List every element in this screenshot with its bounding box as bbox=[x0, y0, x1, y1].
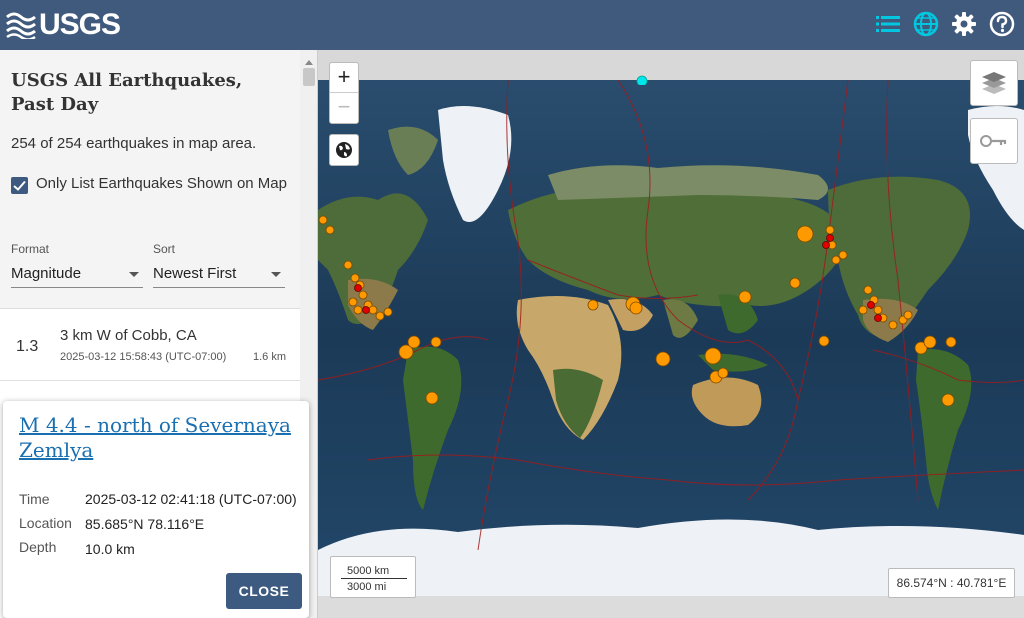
scale-km: 5000 km bbox=[347, 565, 390, 577]
zoom-control: + − bbox=[329, 62, 359, 124]
chevron-down-icon bbox=[129, 272, 139, 277]
layers-icon bbox=[982, 72, 1006, 94]
sort-value: Newest First bbox=[153, 265, 237, 282]
popup-location-value: 85.685°N 78.116°E bbox=[85, 516, 205, 532]
scroll-up-icon[interactable] bbox=[300, 56, 317, 68]
earthquake-count: 254 of 254 earthquakes in map area. bbox=[11, 135, 257, 152]
key-icon bbox=[980, 135, 1007, 147]
zoom-in-button[interactable]: + bbox=[330, 63, 358, 93]
zoom-out-button[interactable]: − bbox=[330, 94, 358, 124]
legend-key-button[interactable] bbox=[970, 118, 1018, 164]
popup-depth-label: Depth bbox=[19, 539, 57, 555]
app-header: USGS bbox=[0, 0, 1024, 50]
format-label: Format bbox=[11, 242, 50, 256]
chevron-down-icon bbox=[271, 272, 281, 277]
eq-magnitude: 1.3 bbox=[16, 338, 39, 355]
format-select[interactable]: Magnitude bbox=[11, 260, 143, 288]
eq-time: 2025-03-12 15:58:43 (UTC-07:00) bbox=[60, 351, 227, 363]
scale-divider bbox=[341, 578, 407, 579]
map-bottom-strip bbox=[318, 596, 1024, 618]
only-list-label: Only List Earthquakes Shown on Map bbox=[36, 175, 287, 192]
popup-time-value: 2025-03-12 02:41:18 (UTC-07:00) bbox=[85, 491, 297, 507]
logo-text: USGS bbox=[39, 8, 121, 41]
map-scale: 5000 km 3000 mi bbox=[330, 556, 416, 598]
popup-title-link[interactable]: M 4.4 - north of Severnaya Zemlya bbox=[19, 413, 299, 463]
list-icon[interactable] bbox=[874, 10, 902, 38]
eq-place: 3 km W of Cobb, CA bbox=[60, 327, 197, 344]
eq-depth: 1.6 km bbox=[252, 351, 286, 363]
list-item[interactable]: 1.3 3 km W of Cobb, CA 2025-03-12 15:58:… bbox=[0, 309, 300, 381]
globe-icon[interactable] bbox=[912, 10, 940, 38]
close-button[interactable]: CLOSE bbox=[226, 573, 302, 609]
popup-depth-value: 10.0 km bbox=[85, 541, 135, 557]
sort-select[interactable]: Newest First bbox=[153, 260, 285, 288]
format-value: Magnitude bbox=[11, 265, 82, 282]
only-list-shown-checkbox[interactable]: Only List Earthquakes Shown on Map bbox=[11, 172, 291, 196]
help-icon[interactable] bbox=[988, 10, 1016, 38]
scrollbar-thumb[interactable] bbox=[303, 68, 315, 86]
cursor-coordinates: 86.574°N : 40.781°E bbox=[888, 568, 1015, 598]
checkbox-checked[interactable] bbox=[11, 177, 28, 194]
selected-quake-marker[interactable] bbox=[636, 75, 648, 85]
gear-icon[interactable] bbox=[950, 10, 978, 38]
earthquake-popup: M 4.4 - north of Severnaya Zemlya Time 2… bbox=[3, 401, 309, 618]
popup-time-label: Time bbox=[19, 491, 50, 507]
globe-icon bbox=[336, 142, 352, 158]
usgs-wave-icon bbox=[6, 12, 36, 39]
world-view-button[interactable] bbox=[329, 134, 359, 166]
usgs-logo[interactable]: USGS bbox=[6, 8, 121, 41]
popup-location-label: Location bbox=[19, 515, 72, 531]
earthquake-map[interactable]: + − 5000 km 3000 mi 86.574°N : 40.781°E bbox=[318, 50, 1024, 618]
world-map[interactable] bbox=[318, 80, 1024, 596]
scale-mi: 3000 mi bbox=[347, 581, 387, 593]
layers-button[interactable] bbox=[970, 60, 1018, 106]
sort-label: Sort bbox=[153, 242, 176, 256]
list-title: USGS All Earthquakes, Past Day bbox=[11, 70, 243, 115]
